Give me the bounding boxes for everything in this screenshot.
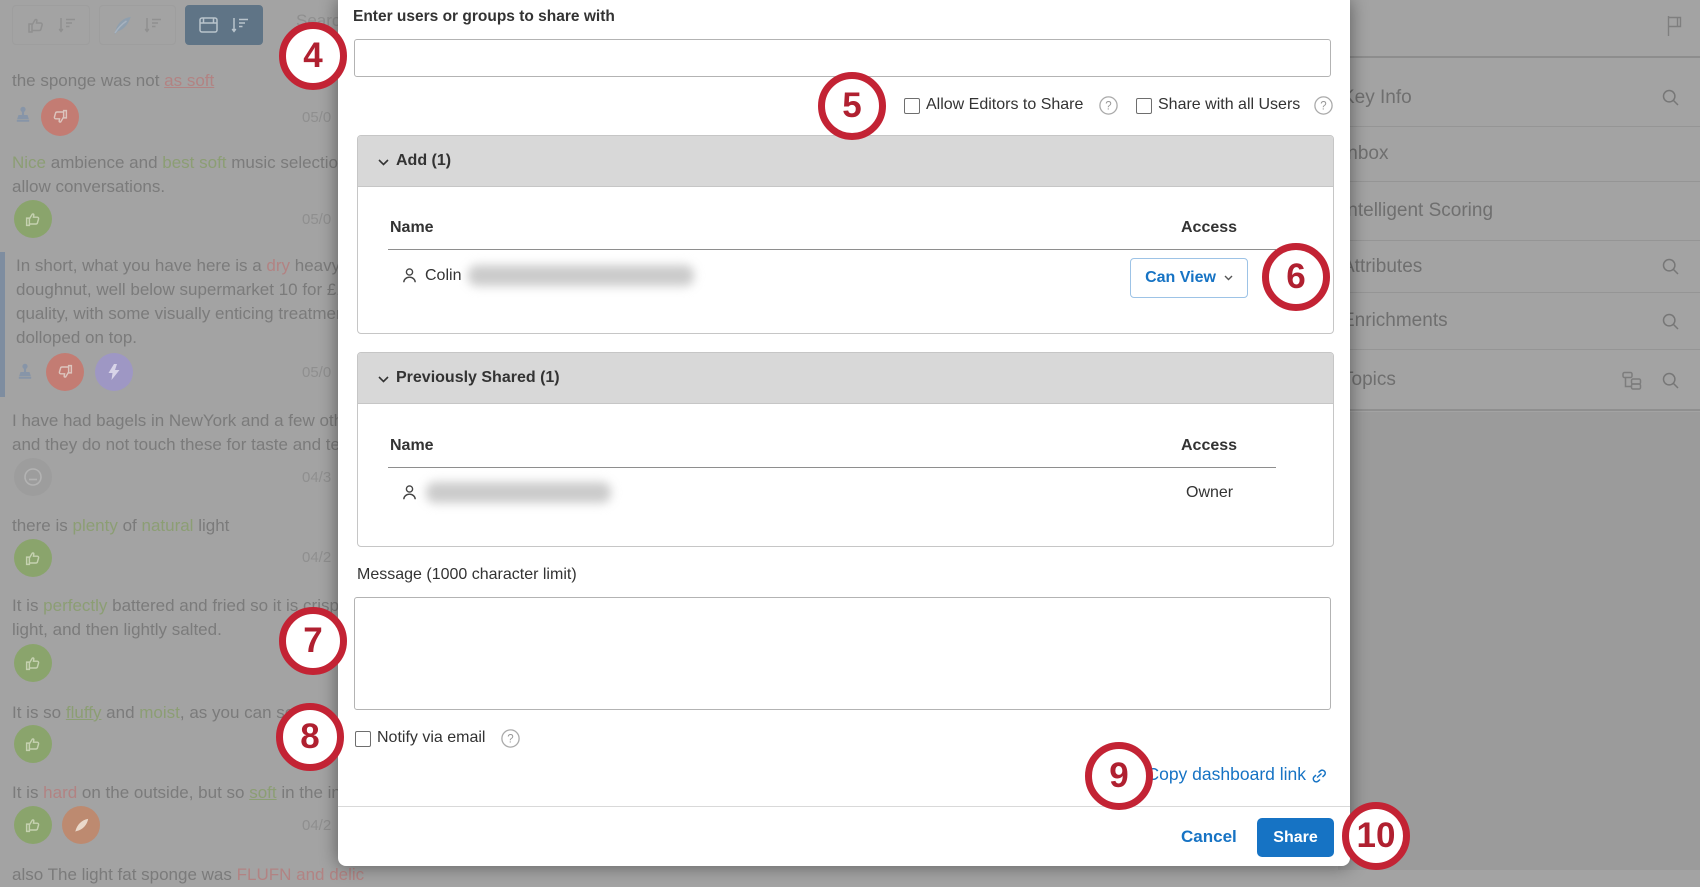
svg-text:?: ? [1105,101,1111,113]
svg-text:?: ? [507,734,513,746]
svg-text:?: ? [1320,101,1326,113]
